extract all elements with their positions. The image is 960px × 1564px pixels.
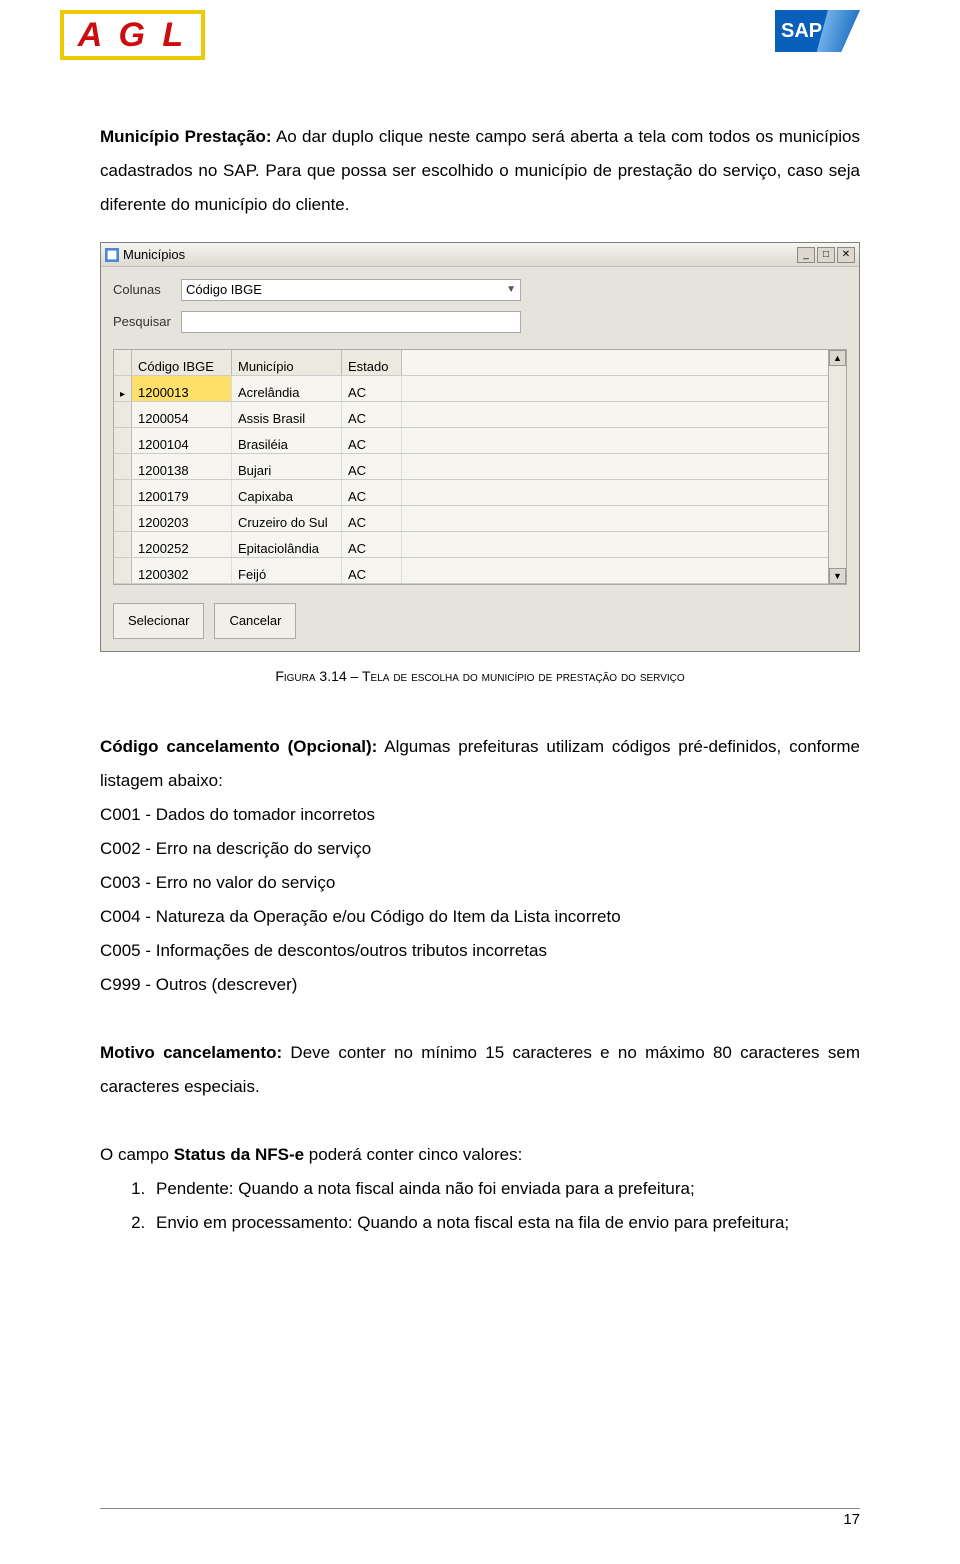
status-ordered-list: Pendente: Quando a nota fiscal ainda não…	[100, 1172, 860, 1240]
filter-area: Colunas Código IBGE ▼ Pesquisar	[101, 267, 859, 349]
select-colunas[interactable]: Código IBGE ▼	[181, 279, 521, 301]
row-marker	[114, 428, 132, 453]
table-row[interactable]: 1200179CapixabaAC	[114, 480, 828, 506]
cell-municipio: Epitaciolândia	[232, 532, 342, 557]
cell-estado: AC	[342, 532, 402, 557]
code-item: C005 - Informações de descontos/outros t…	[100, 934, 860, 968]
cell-estado: AC	[342, 558, 402, 583]
minimize-button[interactable]: _	[797, 247, 815, 263]
cell-municipio: Cruzeiro do Sul	[232, 506, 342, 531]
paragraph-municipio-prestacao: Município Prestação: Ao dar duplo clique…	[100, 120, 860, 222]
agl-logo-text: A G L	[78, 16, 187, 55]
close-button[interactable]: ✕	[837, 247, 855, 263]
header-logos: A G L SAP	[0, 0, 960, 60]
cell-estado: AC	[342, 506, 402, 531]
agl-logo: A G L	[60, 10, 205, 60]
cell-codigo: 1200252	[132, 532, 232, 557]
row-marker	[114, 402, 132, 427]
cell-codigo: 1200138	[132, 454, 232, 479]
sap-window: Municípios _ □ ✕ Colunas Código IBGE ▼ P…	[100, 242, 860, 652]
table-row[interactable]: 1200013AcrelândiaAC	[114, 376, 828, 402]
code-item: C003 - Erro no valor do serviço	[100, 866, 860, 900]
cell-codigo: 1200203	[132, 506, 232, 531]
window-title: Municípios	[123, 242, 185, 268]
text-status-pre: O campo	[100, 1145, 174, 1164]
cell-codigo: 1200104	[132, 428, 232, 453]
municipios-table: Código IBGE Município Estado 1200013Acre…	[113, 349, 829, 585]
scroll-down-button[interactable]: ▼	[829, 568, 846, 584]
cell-codigo: 1200054	[132, 402, 232, 427]
chevron-down-icon: ▼	[506, 280, 516, 300]
paragraph-codigo-cancelamento: Código cancelamento (Opcional): Algumas …	[100, 730, 860, 798]
page-number: 17	[100, 1511, 860, 1528]
row-marker	[114, 506, 132, 531]
cell-estado: AC	[342, 454, 402, 479]
search-input[interactable]	[181, 311, 521, 333]
selecionar-button[interactable]: Selecionar	[113, 603, 204, 639]
row-marker	[114, 454, 132, 479]
table-wrap: Código IBGE Município Estado 1200013Acre…	[101, 349, 859, 593]
cell-municipio: Assis Brasil	[232, 402, 342, 427]
cancelar-button[interactable]: Cancelar	[214, 603, 296, 639]
figure-caption: Figura 3.14 – Tela de escolha do municíp…	[100, 662, 860, 690]
code-item: C001 - Dados do tomador incorretos	[100, 798, 860, 832]
table-row[interactable]: 1200203Cruzeiro do SulAC	[114, 506, 828, 532]
footer-divider	[100, 1508, 860, 1509]
cell-codigo: 1200013	[132, 376, 232, 401]
label-motivo: Motivo cancelamento:	[100, 1043, 282, 1062]
maximize-button[interactable]: □	[817, 247, 835, 263]
page-footer: 17	[100, 1508, 860, 1528]
label-colunas: Colunas	[113, 277, 181, 303]
col-header-estado[interactable]: Estado	[342, 350, 402, 375]
cell-estado: AC	[342, 428, 402, 453]
table-row[interactable]: 1200252EpitaciolândiaAC	[114, 532, 828, 558]
cell-municipio: Capixaba	[232, 480, 342, 505]
vertical-scrollbar[interactable]: ▲ ▼	[829, 349, 847, 585]
paragraph-status-nfse: O campo Status da NFS-e poderá conter ci…	[100, 1138, 860, 1172]
label-pesquisar: Pesquisar	[113, 309, 181, 335]
label-codigo-cancel: Código cancelamento (Opcional):	[100, 737, 377, 756]
table-row[interactable]: 1200302FeijóAC	[114, 558, 828, 584]
cell-municipio: Bujari	[232, 454, 342, 479]
codes-list: C001 - Dados do tomador incorretosC002 -…	[100, 798, 860, 1002]
paragraph-motivo-cancelamento: Motivo cancelamento: Deve conter no míni…	[100, 1036, 860, 1104]
scroll-up-button[interactable]: ▲	[829, 350, 846, 366]
window-titlebar: Municípios _ □ ✕	[101, 243, 859, 267]
row-marker	[114, 480, 132, 505]
select-colunas-value: Código IBGE	[186, 277, 262, 303]
table-row[interactable]: 1200138BujariAC	[114, 454, 828, 480]
code-item: C999 - Outros (descrever)	[100, 968, 860, 1002]
cell-municipio: Feijó	[232, 558, 342, 583]
row-marker	[114, 558, 132, 583]
filter-row-pesquisar: Pesquisar	[113, 309, 847, 335]
code-item: C004 - Natureza da Operação e/ou Código …	[100, 900, 860, 934]
table-row[interactable]: 1200054Assis BrasilAC	[114, 402, 828, 428]
page-content: Município Prestação: Ao dar duplo clique…	[0, 60, 960, 1240]
app-icon	[105, 248, 119, 262]
sap-logo: SAP	[775, 10, 860, 52]
cell-estado: AC	[342, 402, 402, 427]
cell-municipio: Acrelândia	[232, 376, 342, 401]
cell-codigo: 1200179	[132, 480, 232, 505]
table-row[interactable]: 1200104BrasiléiaAC	[114, 428, 828, 454]
label-municipio-prestacao: Município Prestação:	[100, 127, 272, 146]
filter-row-colunas: Colunas Código IBGE ▼	[113, 277, 847, 303]
table-header-marker	[114, 350, 132, 375]
cell-estado: AC	[342, 480, 402, 505]
cell-codigo: 1200302	[132, 558, 232, 583]
col-header-codigo[interactable]: Código IBGE	[132, 350, 232, 375]
cell-municipio: Brasiléia	[232, 428, 342, 453]
sap-logo-text: SAP	[781, 20, 822, 43]
cell-estado: AC	[342, 376, 402, 401]
window-button-area: Selecionar Cancelar	[101, 593, 859, 651]
list-item: Pendente: Quando a nota fiscal ainda não…	[150, 1172, 860, 1206]
table-header-row: Código IBGE Município Estado	[114, 350, 828, 376]
list-item: Envio em processamento: Quando a nota fi…	[150, 1206, 860, 1240]
code-item: C002 - Erro na descrição do serviço	[100, 832, 860, 866]
row-marker	[114, 532, 132, 557]
text-status-post: poderá conter cinco valores:	[304, 1145, 522, 1164]
row-marker	[114, 376, 132, 401]
col-header-municipio[interactable]: Município	[232, 350, 342, 375]
label-status: Status da NFS-e	[174, 1145, 304, 1164]
